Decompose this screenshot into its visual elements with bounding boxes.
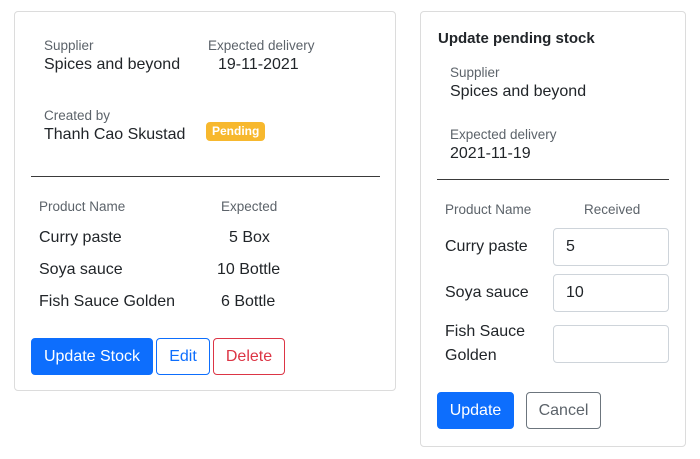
delete-button[interactable]: Delete xyxy=(213,338,285,375)
received-quantity-input[interactable] xyxy=(553,274,669,312)
table-row-product: Curry paste xyxy=(445,238,528,255)
cancel-button[interactable]: Cancel xyxy=(526,392,601,429)
divider xyxy=(437,179,669,180)
expected-delivery-label: Expected delivery xyxy=(208,38,315,53)
column-header-expected: Expected xyxy=(221,199,278,214)
column-header-received: Received xyxy=(584,202,641,217)
supplier-value: Spices and beyond xyxy=(44,56,181,73)
update-pending-stock-panel: Update pending stock Supplier Spices and… xyxy=(420,11,686,447)
received-quantity-input[interactable] xyxy=(553,325,669,363)
column-header-product-name: Product Name xyxy=(39,199,126,214)
expected-delivery-value: 19-11-2021 xyxy=(218,56,299,73)
expected-delivery-value: 2021-11-19 xyxy=(450,145,531,162)
table-row-product: Soya sauce xyxy=(445,284,529,301)
received-quantity-input[interactable] xyxy=(553,228,669,266)
table-row-product: Soya sauce xyxy=(39,261,123,278)
edit-button[interactable]: Edit xyxy=(156,338,210,375)
expected-delivery-label: Expected delivery xyxy=(450,127,557,142)
supplier-label: Supplier xyxy=(450,65,500,80)
table-row-product-line2: Golden xyxy=(445,347,497,364)
table-row-product: Fish Sauce Golden xyxy=(39,293,176,310)
table-row-expected: 10 Bottle xyxy=(217,261,281,278)
table-row-product: Curry paste xyxy=(39,229,122,246)
divider xyxy=(31,176,380,177)
panel-title: Update pending stock xyxy=(438,30,595,47)
table-row-expected: 5 Box xyxy=(229,229,270,246)
supplier-value: Spices and beyond xyxy=(450,83,587,100)
created-by-label: Created by xyxy=(44,108,111,123)
created-by-value: Thanh Cao Skustad xyxy=(44,126,186,143)
column-header-product-name: Product Name xyxy=(445,202,532,217)
stock-order-card: Supplier Spices and beyond Expected deli… xyxy=(14,11,396,391)
status-badge: Pending xyxy=(206,122,266,141)
table-row-expected: 6 Bottle xyxy=(221,293,276,310)
supplier-label: Supplier xyxy=(44,38,94,53)
table-row-product-line1: Fish Sauce xyxy=(445,323,526,340)
update-button[interactable]: Update xyxy=(437,392,514,429)
update-stock-button[interactable]: Update Stock xyxy=(31,338,153,375)
